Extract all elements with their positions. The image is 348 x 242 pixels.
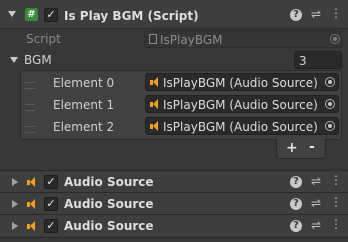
component-title: Audio Source [64,197,154,211]
element-label: Element 1 [53,98,115,112]
context-menu-icon[interactable]: ⋮ [329,173,343,187]
audio-source-icon [150,77,158,87]
element-label: Element 2 [53,120,115,134]
remove-element-button[interactable]: - [309,139,315,155]
audio-source-icon [27,221,35,231]
component-enabled-checkbox[interactable]: ✓ [44,219,58,233]
audio-source-icon [27,177,35,187]
component-enabled-checkbox[interactable]: ✓ [44,197,58,211]
foldout-arrow-icon[interactable] [12,178,18,186]
element-label: Element 0 [53,76,115,90]
component-enabled-checkbox[interactable]: ✓ [44,175,58,189]
component-title: Audio Source [64,219,154,233]
context-menu-icon[interactable]: ⋮ [329,6,343,20]
bgm-size-value: 3 [299,54,307,68]
element-object-field[interactable]: IsPlayBGM (Audio Source) [145,117,339,135]
script-file-icon [149,34,157,44]
element-value: IsPlayBGM (Audio Source) [163,76,318,90]
bgm-size-field[interactable]: 3 [294,51,342,69]
element-object-field[interactable]: IsPlayBGM (Audio Source) [145,73,339,91]
component-header[interactable]: # ✓ Is Play BGM (Script) ? ⇌ ⋮ [0,0,348,29]
help-icon[interactable]: ? [290,198,302,210]
drag-handle-icon[interactable] [25,104,35,111]
audio-source-icon [150,99,158,109]
presets-icon[interactable]: ⇌ [309,7,323,21]
object-picker-icon[interactable] [325,77,335,87]
presets-icon[interactable]: ⇌ [309,196,323,210]
foldout-arrow-icon[interactable] [12,200,18,208]
context-menu-icon[interactable]: ⋮ [329,195,343,209]
component-title: Audio Source [64,175,154,189]
list-footer: + - [276,139,326,159]
element-value: IsPlayBGM (Audio Source) [163,98,318,112]
object-picker-icon[interactable] [325,99,335,109]
context-menu-icon[interactable]: ⋮ [329,217,343,231]
script-field-value: IsPlayBGM [160,33,223,47]
drag-handle-icon[interactable] [25,82,35,89]
script-icon: # [25,8,38,21]
object-picker-icon [330,34,340,44]
script-field-label: Script [26,32,61,46]
element-value: IsPlayBGM (Audio Source) [163,120,318,134]
presets-icon[interactable]: ⇌ [309,218,323,232]
help-icon[interactable]: ? [290,176,302,188]
bgm-foldout-icon[interactable] [10,57,18,63]
foldout-arrow-icon[interactable] [12,222,18,230]
component-enabled-checkbox[interactable]: ✓ [44,8,58,22]
object-picker-icon[interactable] [325,121,335,131]
add-element-button[interactable]: + [286,140,298,156]
presets-icon[interactable]: ⇌ [309,174,323,188]
foldout-arrow-icon[interactable] [8,11,16,17]
audio-source-header[interactable]: ✓ Audio Source ? ⇌ ⋮ [0,192,348,215]
help-icon[interactable]: ? [290,220,302,232]
audio-source-icon [150,121,158,131]
drag-handle-icon[interactable] [25,126,35,133]
help-icon[interactable]: ? [290,9,302,21]
bgm-label: BGM [24,53,52,67]
audio-source-icon [27,199,35,209]
script-field: IsPlayBGM [144,30,342,48]
component-title: Is Play BGM (Script) [64,9,199,23]
audio-source-header[interactable]: ✓ Audio Source ? ⇌ ⋮ [0,170,348,193]
audio-source-header[interactable]: ✓ Audio Source ? ⇌ ⋮ [0,214,348,238]
element-object-field[interactable]: IsPlayBGM (Audio Source) [145,95,339,113]
bgm-element-list: Element 0 IsPlayBGM (Audio Source) Eleme… [20,70,342,140]
